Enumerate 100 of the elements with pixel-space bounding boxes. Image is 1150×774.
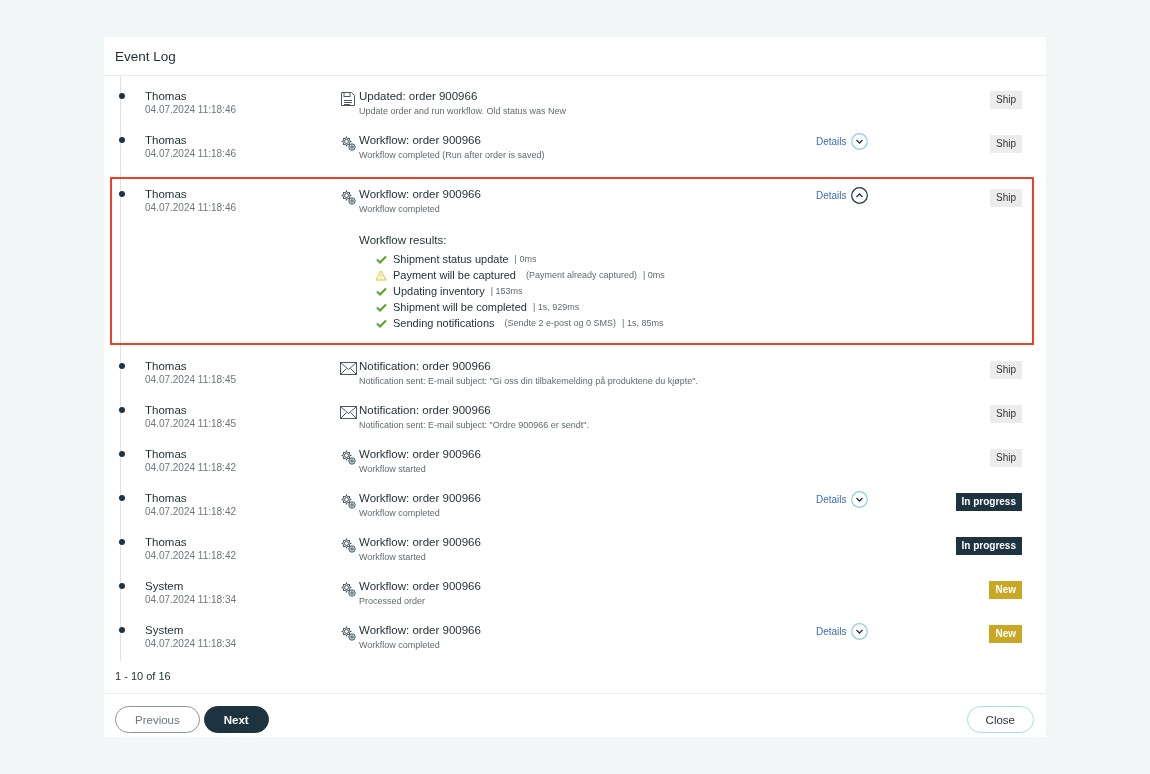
details-toggle[interactable]: Details <box>816 133 868 150</box>
check-icon <box>375 318 387 328</box>
event-title: Workflow: order 900966 <box>359 133 482 148</box>
timeline-dot <box>119 137 125 143</box>
result-name: Shipment will be completed <box>393 300 527 315</box>
status-badge: Ship <box>990 405 1022 423</box>
gears-icon <box>340 537 357 554</box>
result-name: Sending notifications <box>393 316 495 331</box>
envelope-icon <box>340 406 357 419</box>
user-name: Thomas <box>145 491 188 505</box>
timeline-dot <box>119 539 125 545</box>
warning-icon <box>375 269 387 281</box>
timeline-dot <box>119 93 125 99</box>
event-description: Notification sent: E-mail subject: "Ordre 900966 er sendt". <box>359 419 590 432</box>
event-title: Notification: order 900966 <box>359 403 492 418</box>
timeline-dot <box>119 407 125 413</box>
timestamp: 04.07.2024 11:18:42 <box>145 461 237 475</box>
details-toggle[interactable]: Details <box>816 623 868 640</box>
chevron-down-icon <box>850 623 868 640</box>
results-heading: Workflow results: <box>359 233 448 248</box>
result-note: (Payment already captured) <box>525 269 637 282</box>
check-icon <box>375 302 387 312</box>
check-icon <box>375 254 387 264</box>
details-toggle[interactable]: Details <box>816 491 868 508</box>
event-title: Updated: order 900966 <box>359 89 479 104</box>
event-description: Processed order <box>359 595 427 608</box>
event-title: Workflow: order 900966 <box>359 187 482 202</box>
user-name: Thomas <box>145 447 188 461</box>
chevron-up-icon <box>850 187 868 204</box>
user-name: System <box>145 623 185 637</box>
details-toggle[interactable]: Details <box>816 187 868 204</box>
timestamp: 04.07.2024 11:18:42 <box>145 549 237 563</box>
event-description: Workflow completed <box>359 203 441 216</box>
timeline-dot <box>119 191 125 197</box>
timestamp: 04.07.2024 11:18:34 <box>145 593 237 607</box>
event-description: Workflow completed <box>359 639 441 652</box>
timestamp: 04.07.2024 11:18:45 <box>145 373 237 387</box>
result-duration: | 1s, 929ms <box>532 301 580 314</box>
event-title: Workflow: order 900966 <box>359 491 482 506</box>
status-badge: Ship <box>990 91 1022 109</box>
result-name: Payment will be captured <box>393 268 516 283</box>
chevron-down-icon <box>850 133 868 150</box>
timestamp: 04.07.2024 11:18:45 <box>145 417 237 431</box>
status-badge: Ship <box>990 135 1022 153</box>
next-button[interactable]: Next <box>203 706 269 733</box>
event-description: Workflow completed <box>359 507 441 520</box>
status-badge: Ship <box>990 189 1022 207</box>
status-badge: New <box>989 625 1022 643</box>
gears-icon <box>340 581 357 598</box>
card-title: Event Log <box>115 48 176 64</box>
event-description: Notification sent: E-mail subject: "Gi oss din tilbakemelding på produktene du kjøpte". <box>359 375 700 388</box>
gears-icon <box>340 493 357 510</box>
result-duration: | 0ms <box>642 269 665 282</box>
event-description: Update order and run workflow. Old status was New <box>359 105 568 118</box>
pagination-summary: 1 - 10 of 16 <box>114 669 172 684</box>
timeline-dot <box>119 451 125 457</box>
timeline-dot <box>119 583 125 589</box>
event-description: Workflow started <box>359 463 427 476</box>
result-name: Shipment status update <box>393 252 509 267</box>
status-badge: In progress <box>955 493 1022 511</box>
event-description: Workflow completed (Run after order is saved) <box>359 149 546 162</box>
status-badge: Ship <box>990 449 1022 467</box>
event-description: Workflow started <box>359 551 427 564</box>
user-name: Thomas <box>145 359 188 373</box>
timeline-dot <box>119 627 125 633</box>
close-button[interactable]: Close <box>966 706 1034 733</box>
timeline-dot <box>119 363 125 369</box>
check-icon <box>375 286 387 296</box>
user-name: Thomas <box>145 187 188 201</box>
user-name: Thomas <box>145 89 188 103</box>
user-name: Thomas <box>145 403 188 417</box>
event-title: Workflow: order 900966 <box>359 447 482 462</box>
user-name: Thomas <box>145 535 188 549</box>
previous-button[interactable]: Previous <box>115 706 200 733</box>
result-note: (Sendte 2 e-post og 0 SMS) <box>504 317 617 330</box>
timestamp: 04.07.2024 11:18:46 <box>145 201 237 215</box>
status-badge: New <box>989 581 1022 599</box>
status-badge: In progress <box>955 537 1022 555</box>
result-duration: | 153ms <box>490 285 523 298</box>
result-name: Updating inventory <box>393 284 485 299</box>
timestamp: 04.07.2024 11:18:42 <box>145 505 237 519</box>
user-name: Thomas <box>145 133 188 147</box>
timestamp: 04.07.2024 11:18:46 <box>145 147 237 161</box>
timestamp: 04.07.2024 11:18:34 <box>145 637 237 651</box>
event-title: Workflow: order 900966 <box>359 579 482 594</box>
event-title: Workflow: order 900966 <box>359 623 482 638</box>
result-duration: | 1s, 85ms <box>622 317 664 330</box>
timeline-dot <box>119 495 125 501</box>
result-duration: | 0ms <box>514 253 537 266</box>
envelope-icon <box>340 362 357 375</box>
gears-icon <box>340 625 357 642</box>
event-title: Notification: order 900966 <box>359 359 492 374</box>
chevron-down-icon <box>850 491 868 508</box>
event-title: Workflow: order 900966 <box>359 535 482 550</box>
status-badge: Ship <box>990 361 1022 379</box>
user-name: System <box>145 579 185 593</box>
gears-icon <box>340 189 357 206</box>
gears-icon <box>340 135 357 152</box>
timestamp: 04.07.2024 11:18:46 <box>145 103 237 117</box>
gears-icon <box>340 449 357 466</box>
